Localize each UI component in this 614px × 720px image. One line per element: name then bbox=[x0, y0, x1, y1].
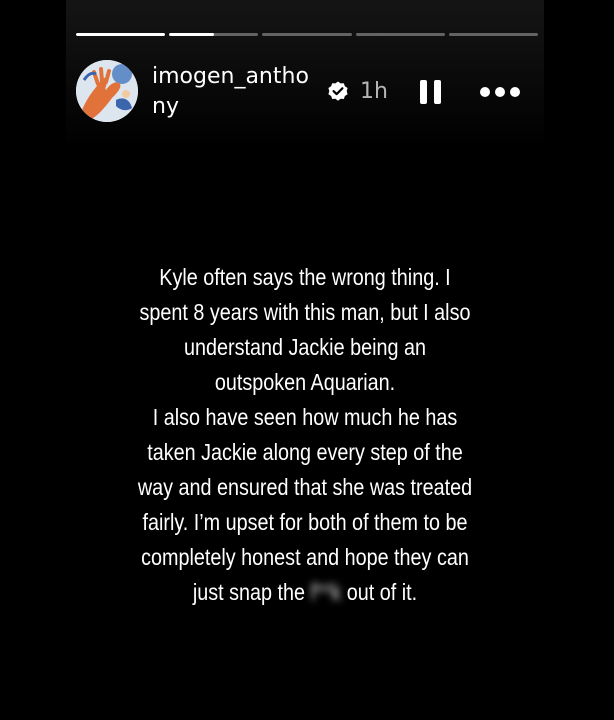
progress-segment-fill bbox=[76, 33, 166, 36]
story-progress-bar bbox=[76, 33, 539, 36]
caption-line: understand Jackie being an bbox=[184, 334, 426, 360]
verified-badge-icon bbox=[328, 81, 348, 101]
story-header: imogen_anthony 1h bbox=[76, 60, 538, 124]
caption-text: just snap the bbox=[192, 579, 305, 605]
caption-line: fairly. I’m upset for both of them to be bbox=[142, 509, 468, 535]
progress-segment bbox=[169, 33, 259, 36]
caption-line: I also have seen how much he has bbox=[152, 404, 458, 430]
progress-segment bbox=[262, 33, 352, 36]
pause-icon[interactable] bbox=[416, 78, 446, 106]
story-viewer: imogen_anthony 1h Kyle often says the wr… bbox=[0, 0, 614, 720]
avatar-illustration bbox=[76, 60, 138, 122]
progress-segment bbox=[76, 33, 166, 36]
caption-line-last: just snap the f**k out of it. bbox=[99, 575, 510, 610]
caption-line: outspoken Aquarian. bbox=[214, 369, 396, 395]
avatar[interactable] bbox=[76, 60, 138, 122]
caption-line: taken Jackie along every step of the bbox=[147, 439, 463, 465]
caption-line: completely honest and hope they can bbox=[141, 544, 469, 570]
username[interactable]: imogen_anthony bbox=[152, 62, 312, 122]
progress-segment bbox=[355, 33, 445, 36]
caption-line: way and ensured that she was treated bbox=[137, 474, 473, 500]
more-options-icon[interactable] bbox=[478, 78, 522, 106]
censored-word: f**k bbox=[310, 579, 342, 605]
caption-text: out of it. bbox=[346, 579, 418, 605]
progress-segment bbox=[448, 33, 539, 36]
caption-line: spent 8 years with this man, but I also bbox=[139, 299, 471, 325]
post-time: 1h bbox=[360, 79, 388, 104]
caption-line: Kyle often says the wrong thing. I bbox=[159, 264, 451, 290]
story-frame[interactable]: imogen_anthony 1h Kyle often says the wr… bbox=[66, 0, 544, 720]
progress-segment-fill bbox=[169, 33, 214, 36]
story-caption: Kyle often says the wrong thing. I spent… bbox=[99, 260, 510, 610]
